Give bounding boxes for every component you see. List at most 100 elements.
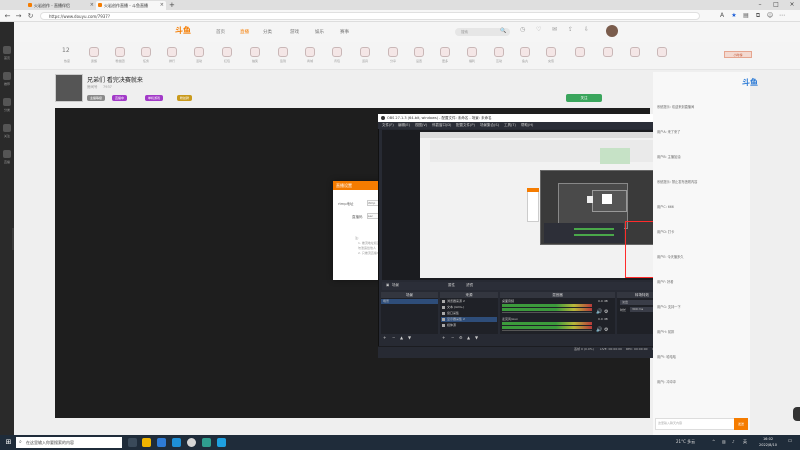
feature-icon[interactable] [657, 47, 667, 57]
transition-select[interactable]: 淡出 [620, 300, 656, 305]
browser-task-icon[interactable] [217, 438, 226, 447]
obs-task-icon[interactable] [187, 438, 196, 447]
input-language[interactable]: 英 [743, 439, 747, 445]
extensions-icon[interactable]: ⧉ [754, 12, 762, 20]
streamer-avatar[interactable] [55, 74, 83, 102]
nav-games[interactable]: 游戏 [290, 29, 299, 35]
feature-icon[interactable] [546, 47, 556, 57]
source-item[interactable]: 窗口采集 [441, 311, 497, 316]
follow-list-icon[interactable]: ♡ [536, 26, 541, 33]
feature-icon[interactable] [494, 47, 504, 57]
remove-source-icon[interactable]: − [451, 335, 454, 341]
nav-live[interactable]: 直播 [240, 29, 249, 35]
clock[interactable]: 16:02 2022/8/10 [756, 436, 780, 448]
volume-slider[interactable] [502, 330, 592, 331]
close-window-icon[interactable]: × [784, 0, 800, 10]
message-icon[interactable]: ✉ [552, 26, 557, 33]
feature-icon[interactable] [332, 47, 342, 57]
favorite-star-icon[interactable]: ★ [730, 12, 738, 20]
start-button[interactable]: ⊞ [4, 438, 13, 447]
menu-help[interactable]: 帮助(H) [521, 123, 533, 128]
site-logo[interactable]: 斗鱼 [175, 25, 191, 36]
browser-tab-active[interactable]: 火岩创作直播 - 斗鱼直播 × [96, 1, 166, 10]
upload-icon[interactable]: ⇪ [568, 26, 573, 33]
scene-item[interactable]: 场景 [381, 299, 438, 304]
sidebar-follow-icon[interactable] [3, 124, 11, 132]
close-icon[interactable]: × [90, 1, 94, 10]
search-icon[interactable]: 🔍 [500, 28, 506, 34]
profile-icon[interactable]: ☺ [766, 12, 774, 20]
hour-rank-button[interactable]: 小时榜 [724, 51, 752, 58]
menu-file[interactable]: 文件(F) [382, 123, 394, 128]
menu-view[interactable]: 视图(V) [415, 123, 427, 128]
menu-tools[interactable]: 工具(T) [504, 123, 516, 128]
filters-button[interactable]: 滤镜 [466, 283, 473, 288]
feature-icon[interactable] [360, 47, 370, 57]
remove-scene-icon[interactable]: − [392, 335, 395, 341]
source-item[interactable]: 浏览器来源 2 [441, 299, 497, 304]
source-item[interactable]: 文本 (GDI+) [441, 305, 497, 310]
feature-icon[interactable] [250, 47, 260, 57]
properties-button[interactable]: 属性 [448, 283, 455, 288]
nav-home[interactable]: 首页 [216, 29, 225, 35]
sidebar-recommend-icon[interactable] [3, 72, 11, 80]
edge-icon[interactable] [172, 438, 181, 447]
volume-slider[interactable] [502, 312, 592, 313]
feature-icon[interactable] [603, 47, 613, 57]
nav-events[interactable]: 赛事 [340, 29, 349, 35]
maximize-icon[interactable]: □ [768, 0, 784, 10]
source-item-selected[interactable]: 显示器采集 2 [441, 317, 497, 322]
new-tab-button[interactable]: + [169, 1, 175, 9]
feature-icon[interactable] [115, 47, 125, 57]
feature-icon[interactable] [575, 47, 585, 57]
move-up-icon[interactable]: ▲ [400, 335, 403, 341]
category-badge[interactable]: 单机游戏 [145, 95, 164, 101]
taskbar-search-input[interactable]: 在这里输入你要搜索的内容 [16, 437, 122, 448]
gear-icon[interactable]: ⚙ [604, 327, 608, 333]
feature-icon[interactable] [141, 47, 151, 57]
feature-icon[interactable] [222, 47, 232, 57]
feature-icon[interactable] [630, 47, 640, 57]
tray-chevron-icon[interactable]: ^ [712, 439, 715, 444]
speaker-icon[interactable]: 🔊 [596, 309, 602, 315]
network-icon[interactable]: ▥ [722, 439, 726, 444]
feature-icon[interactable] [467, 47, 477, 57]
scroll-handle[interactable] [793, 407, 800, 421]
move-down-icon[interactable]: ▼ [475, 335, 478, 341]
avatar[interactable] [606, 25, 618, 37]
back-icon[interactable]: ← [3, 12, 12, 21]
send-button[interactable]: 发送 [734, 418, 748, 430]
gear-icon[interactable]: ⚙ [604, 309, 608, 315]
weather[interactable]: 21°C 多云 [676, 439, 695, 445]
feature-icon[interactable] [520, 47, 530, 57]
nav-category[interactable]: 分类 [263, 29, 272, 35]
forward-icon[interactable]: → [14, 12, 23, 21]
nav-entertainment[interactable]: 娱乐 [315, 29, 324, 35]
feature-icon[interactable] [305, 47, 315, 57]
feature-icon[interactable] [278, 47, 288, 57]
file-explorer-icon[interactable] [142, 438, 151, 447]
feature-icon[interactable] [89, 47, 99, 57]
menu-scene-collection[interactable]: 场景集合(S) [480, 123, 499, 128]
feature-icon[interactable] [414, 47, 424, 57]
move-up-icon[interactable]: ▲ [467, 335, 470, 341]
chat-input[interactable]: 这里输入聊天内容 [655, 418, 735, 430]
sidebar-category-icon[interactable] [3, 98, 11, 106]
sidebar-live-icon[interactable] [3, 150, 11, 158]
menu-edit[interactable]: 编辑(E) [398, 123, 410, 128]
app-icon[interactable] [202, 438, 211, 447]
add-source-icon[interactable]: + [442, 335, 445, 341]
read-aloud-icon[interactable]: A [718, 12, 726, 20]
feature-icon[interactable] [194, 47, 204, 57]
minimize-icon[interactable]: – [752, 0, 768, 10]
menu-docks[interactable]: 停靠窗口(D) [432, 123, 451, 128]
download-icon[interactable]: ⇩ [584, 26, 589, 33]
history-icon[interactable]: ◷ [520, 26, 525, 33]
add-scene-icon[interactable]: + [383, 335, 386, 341]
store-icon[interactable] [157, 438, 166, 447]
close-icon[interactable]: × [160, 1, 164, 10]
source-item[interactable]: 媒体源 [441, 323, 497, 328]
notification-icon[interactable]: ▭ [786, 438, 794, 447]
feature-icon[interactable] [440, 47, 450, 57]
menu-profile[interactable]: 配置文件(P) [456, 123, 475, 128]
